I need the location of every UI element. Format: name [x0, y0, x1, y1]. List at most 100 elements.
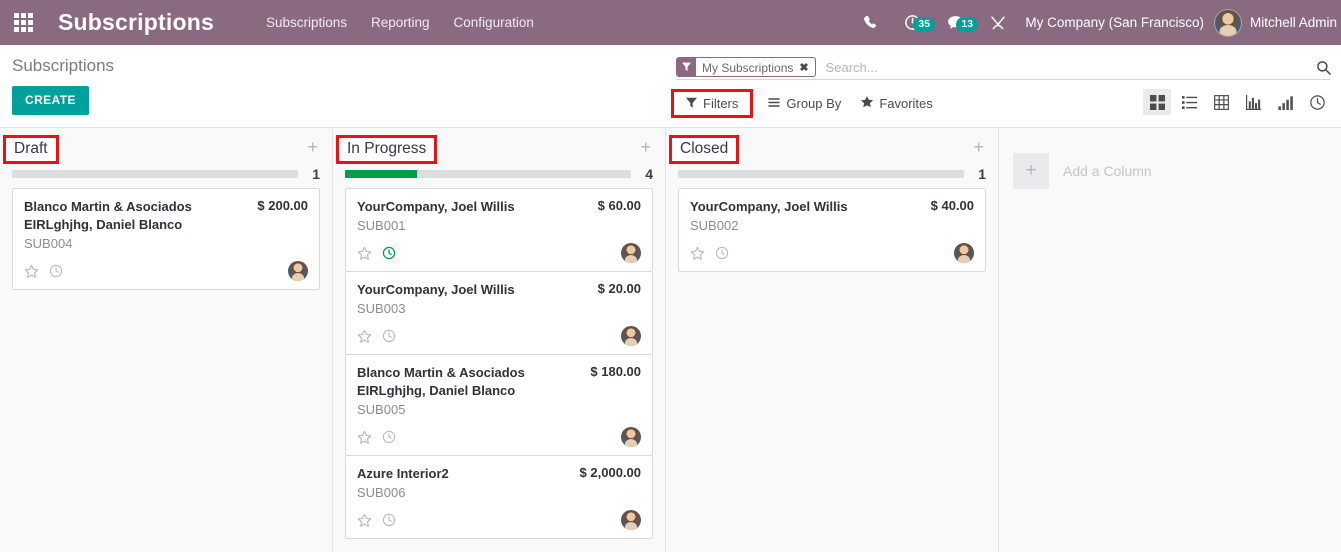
- search-input[interactable]: [815, 59, 1310, 75]
- kanban-column-title[interactable]: Closed: [668, 135, 740, 164]
- nav-menu-subscriptions[interactable]: Subscriptions: [254, 9, 359, 36]
- card-reference: SUB006: [357, 485, 406, 500]
- avatar[interactable]: [621, 326, 641, 346]
- kanban-column-draft: Draft + 1 Blanco Martin & Asociados EIRL…: [0, 128, 333, 552]
- progress-fill: [345, 170, 417, 178]
- filters-button[interactable]: Filters: [670, 89, 754, 118]
- kanban-column-header: Draft + 1: [0, 128, 332, 182]
- favorites-label: Favorites: [879, 96, 933, 111]
- card-amount: $ 40.00: [930, 198, 974, 213]
- star-icon[interactable]: [357, 329, 372, 344]
- user-name-label: Mitchell Admin: [1249, 15, 1337, 30]
- activity-clock-icon[interactable]: [49, 264, 63, 278]
- create-button[interactable]: CREATE: [12, 86, 89, 115]
- view-graph-bar-icon[interactable]: [1239, 89, 1267, 115]
- add-column-zone[interactable]: + Add a Column: [999, 128, 1152, 189]
- filter-funnel-icon: [677, 58, 696, 76]
- hamburger-lines-icon: [768, 96, 781, 111]
- star-icon[interactable]: [357, 430, 372, 445]
- filters-label: Filters: [703, 96, 739, 111]
- kanban-column-header: Closed + 1: [666, 128, 998, 182]
- add-record-button[interactable]: +: [640, 138, 651, 156]
- kanban-card[interactable]: Blanco Martin & Asociados EIRLghjhg, Dan…: [12, 188, 320, 290]
- view-list-icon[interactable]: [1175, 89, 1203, 115]
- view-graph-ascending-icon[interactable]: [1271, 89, 1299, 115]
- top-navbar: Subscriptions Subscriptions Reporting Co…: [0, 0, 1341, 45]
- kanban-card-list: Blanco Martin & Asociados EIRLghjhg, Dan…: [0, 180, 332, 290]
- kanban-column-in-progress: In Progress + 4 YourCompany, Joel Willis…: [333, 128, 666, 552]
- avatar[interactable]: [621, 510, 641, 530]
- kanban-record-count: 1: [978, 166, 986, 182]
- add-record-button[interactable]: +: [307, 138, 318, 156]
- card-header: YourCompany, Joel Willis $ 40.00: [690, 198, 974, 216]
- nav-menu-reporting[interactable]: Reporting: [359, 9, 442, 36]
- view-switcher: [1139, 89, 1331, 115]
- favorites-button[interactable]: Favorites: [851, 91, 942, 116]
- close-icon[interactable]: ✖: [797, 58, 814, 76]
- group-by-button[interactable]: Group By: [758, 91, 851, 116]
- kanban-card[interactable]: YourCompany, Joel Willis $ 60.00 SUB001: [345, 188, 653, 272]
- card-footer: [357, 243, 641, 263]
- add-record-button[interactable]: +: [973, 138, 984, 156]
- card-footer: [357, 427, 641, 447]
- card-reference: SUB004: [24, 236, 73, 251]
- activity-clock-icon[interactable]: [382, 329, 396, 343]
- avatar[interactable]: [288, 261, 308, 281]
- view-kanban-icon[interactable]: [1143, 89, 1171, 115]
- activity-count-badge: 35: [913, 17, 936, 32]
- wrench-tools-icon[interactable]: [977, 15, 1019, 31]
- avatar[interactable]: [954, 243, 974, 263]
- star-icon[interactable]: [24, 264, 39, 279]
- kanban-column-header: In Progress + 4: [333, 128, 665, 182]
- apps-grid-icon[interactable]: [0, 0, 46, 45]
- clock-activity-icon[interactable]: 35: [891, 14, 936, 32]
- activity-clock-icon[interactable]: [382, 513, 396, 527]
- kanban-progress-bar[interactable]: [678, 170, 964, 178]
- card-footer: [690, 243, 974, 263]
- avatar[interactable]: [621, 427, 641, 447]
- filter-funnel-icon: [686, 96, 697, 111]
- user-menu[interactable]: Mitchell Admin: [1213, 8, 1341, 37]
- kanban-progress-bar[interactable]: [12, 170, 298, 178]
- kanban-card[interactable]: YourCompany, Joel Willis $ 20.00 SUB003: [345, 272, 653, 355]
- avatar[interactable]: [621, 243, 641, 263]
- control-panel-left: Subscriptions CREATE: [12, 53, 114, 115]
- add-column-plus-icon[interactable]: +: [1013, 153, 1049, 189]
- card-reference: SUB001: [357, 218, 406, 233]
- kanban-column-title[interactable]: Draft: [3, 135, 59, 164]
- star-icon: [861, 96, 874, 111]
- kanban-card[interactable]: Blanco Martin & Asociados EIRLghjhg, Dan…: [345, 355, 653, 456]
- search-bar[interactable]: My Subscriptions ✖: [676, 55, 1331, 80]
- kanban-progress-bar[interactable]: [345, 170, 631, 178]
- card-header: YourCompany, Joel Willis $ 20.00: [357, 281, 641, 299]
- activity-clock-icon[interactable]: [382, 430, 396, 444]
- chat-bubble-icon[interactable]: 13: [934, 14, 979, 32]
- card-footer: [24, 261, 308, 281]
- card-icon-group: [357, 513, 396, 528]
- add-column-label[interactable]: Add a Column: [1063, 163, 1152, 179]
- kanban-card[interactable]: YourCompany, Joel Willis $ 40.00 SUB002: [678, 188, 986, 272]
- breadcrumb[interactable]: Subscriptions: [12, 53, 114, 79]
- activity-clock-icon[interactable]: [382, 246, 396, 260]
- card-footer: [357, 326, 641, 346]
- kanban-card[interactable]: Azure Interior2 $ 2,000.00 SUB006: [345, 456, 653, 539]
- kanban-record-count: 4: [645, 166, 653, 182]
- view-cohort-clock-icon[interactable]: [1303, 89, 1331, 115]
- view-pivot-icon[interactable]: [1207, 89, 1235, 115]
- card-customer-name: Azure Interior2: [357, 466, 449, 481]
- search-icon[interactable]: [1310, 60, 1331, 75]
- kanban-column-title[interactable]: In Progress: [335, 135, 438, 164]
- phone-icon[interactable]: [850, 15, 891, 30]
- kanban-column-closed: Closed + 1 YourCompany, Joel Willis $ 40…: [666, 128, 999, 552]
- nav-menu-configuration[interactable]: Configuration: [442, 9, 546, 36]
- star-icon[interactable]: [690, 246, 705, 261]
- card-icon-group: [357, 246, 396, 261]
- activity-clock-icon[interactable]: [715, 246, 729, 260]
- star-icon[interactable]: [357, 513, 372, 528]
- kanban-board: Draft + 1 Blanco Martin & Asociados EIRL…: [0, 128, 1341, 552]
- star-icon[interactable]: [357, 246, 372, 261]
- card-customer-name: Blanco Martin & Asociados EIRLghjhg, Dan…: [24, 199, 192, 232]
- control-panel-buttons: Filters Group By Favorites: [670, 89, 943, 118]
- search-facet-my-subscriptions[interactable]: My Subscriptions ✖: [676, 57, 816, 77]
- company-selector[interactable]: My Company (San Francisco): [1019, 15, 1214, 30]
